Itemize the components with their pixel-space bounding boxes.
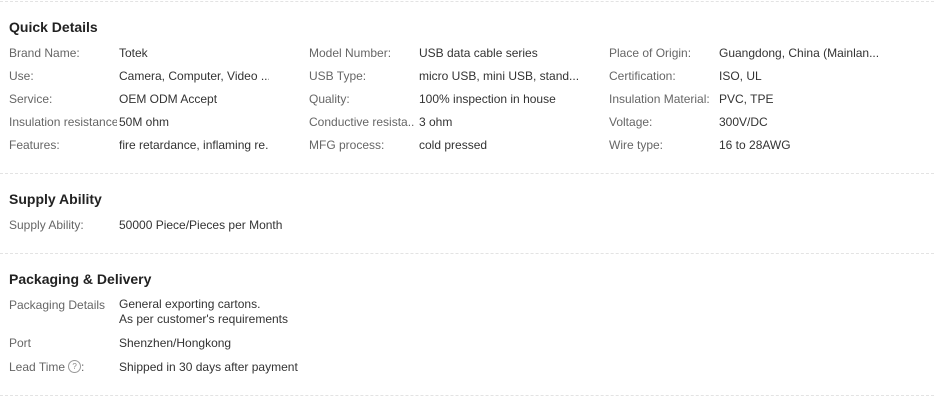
product-details-page: Quick Details Brand Name: Totek Model Nu… [0, 0, 936, 398]
packaging-details-line: As per customer's requirements [119, 312, 289, 326]
detail-value: 300V/DC [719, 115, 768, 129]
detail-label: Conductive resista... [309, 115, 415, 129]
detail-value: OEM ODM Accept [119, 92, 218, 106]
quick-details-title: Quick Details [9, 19, 98, 35]
detail-label: Service: [9, 92, 53, 106]
detail-label: USB Type: [309, 69, 367, 83]
help-icon[interactable]: ? [68, 360, 82, 374]
port-value: Shenzhen/Hongkong [119, 336, 232, 350]
lead-time-row: Lead Time?: Shipped in 30 days after pay… [0, 359, 936, 375]
detail-label: Use: [9, 69, 34, 83]
lead-time-label: Lead Time [9, 360, 66, 374]
supply-ability-title: Supply Ability [9, 191, 102, 207]
quick-details-row: Features: fire retardance, inflaming re.… [0, 137, 936, 153]
detail-value: PVC, TPE [719, 92, 774, 106]
detail-label: Place of Origin: [609, 46, 692, 60]
detail-value: fire retardance, inflaming re... [119, 138, 269, 152]
bottom-divider [0, 395, 934, 396]
detail-label: Quality: [309, 92, 350, 106]
supply-ability-label: Supply Ability: [9, 218, 84, 232]
detail-label: MFG process: [309, 138, 385, 152]
detail-label: Wire type: [609, 138, 664, 152]
detail-label: Model Number: [309, 46, 392, 60]
quick-details-row: Brand Name: Totek Model Number: USB data… [0, 45, 936, 61]
detail-value: USB data cable series [419, 46, 538, 60]
packaging-details-value: General exporting cartons. As per custom… [119, 297, 369, 327]
detail-value: 16 to 28AWG [719, 138, 791, 152]
detail-value: Guangdong, China (Mainlan... [719, 46, 879, 60]
lead-time-value: Shipped in 30 days after payment [119, 360, 298, 374]
supply-ability-value: 50000 Piece/Pieces per Month [119, 218, 283, 232]
detail-label: Certification: [609, 69, 676, 83]
section-divider [0, 253, 934, 254]
packaging-delivery-title: Packaging & Delivery [9, 271, 152, 287]
packaging-details-line: General exporting cartons. [119, 297, 261, 311]
quick-details-row: Use: Camera, Computer, Video ... USB Typ… [0, 68, 936, 84]
detail-value: 3 ohm [419, 115, 453, 129]
detail-label: Insulation Material: [609, 92, 710, 106]
detail-label: Voltage: [609, 115, 653, 129]
detail-value: ISO, UL [719, 69, 762, 83]
detail-label: Insulation resistance: [9, 115, 117, 129]
detail-value: Totek [119, 46, 148, 60]
packaging-details-label: Packaging Details [9, 298, 106, 312]
port-row: Port Shenzhen/Hongkong [0, 335, 936, 351]
lead-time-label-group: Lead Time?: [9, 359, 117, 375]
section-divider [0, 173, 934, 174]
detail-label: Brand Name: [9, 46, 80, 60]
top-divider [0, 1, 934, 2]
detail-value: micro USB, mini USB, stand... [419, 69, 579, 83]
supply-ability-row: Supply Ability: 50000 Piece/Pieces per M… [0, 217, 936, 233]
detail-value: Camera, Computer, Video ... [119, 69, 269, 83]
quick-details-row: Insulation resistance: 50M ohm Conductiv… [0, 114, 936, 130]
detail-value: 100% inspection in house [419, 92, 556, 106]
detail-label: Features: [9, 138, 60, 152]
detail-value: 50M ohm [119, 115, 170, 129]
lead-time-colon: : [81, 360, 85, 374]
quick-details-row: Service: OEM ODM Accept Quality: 100% in… [0, 91, 936, 107]
detail-value: cold pressed [419, 138, 488, 152]
port-label: Port [9, 336, 32, 350]
